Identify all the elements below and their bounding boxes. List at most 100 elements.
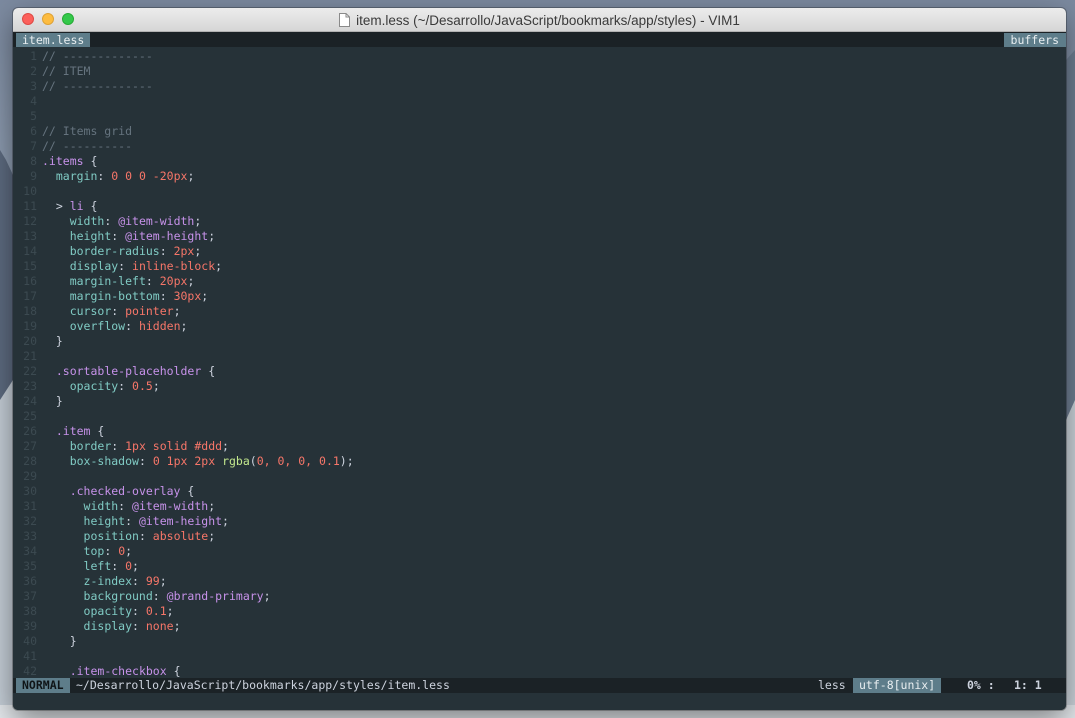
- file-encoding: utf-8[unix]: [853, 678, 942, 693]
- code-line[interactable]: 14 border-radius: 2px;: [13, 244, 1066, 259]
- line-number: 26: [23, 424, 37, 438]
- code-line[interactable]: 8 .items {: [13, 154, 1066, 169]
- line-code: overflow: hidden;: [42, 319, 188, 333]
- buffers-label[interactable]: buffers: [1003, 33, 1066, 47]
- code-line[interactable]: 9 margin: 0 0 0 -20px;: [13, 169, 1066, 184]
- line-number: 6: [30, 124, 37, 138]
- line-number: 23: [23, 379, 37, 393]
- code-line[interactable]: 11 > li {: [13, 199, 1066, 214]
- code-line[interactable]: 2 // ITEM: [13, 64, 1066, 79]
- code-token: }: [42, 334, 63, 348]
- tab-item-less[interactable]: item.less: [16, 33, 91, 47]
- editor-buffer[interactable]: 1 // ------------- 2 // ITEM 3 // -----------…: [13, 48, 1066, 678]
- code-line[interactable]: 15 display: inline-block;: [13, 259, 1066, 274]
- code-line[interactable]: 17 margin-bottom: 30px;: [13, 289, 1066, 304]
- code-token: {: [166, 664, 181, 678]
- code-token: left: [83, 559, 112, 573]
- vim-window: item.less (~/Desarrollo/JavaScript/bookm…: [13, 8, 1066, 710]
- code-line[interactable]: 6 // Items grid: [13, 124, 1066, 139]
- code-line[interactable]: 19 overflow: hidden;: [13, 319, 1066, 334]
- code-line[interactable]: 1 // -------------: [13, 49, 1066, 64]
- code-line[interactable]: 29: [13, 469, 1066, 484]
- code-token: :: [125, 514, 139, 528]
- code-token: position: [83, 529, 139, 543]
- code-line[interactable]: 34 top: 0;: [13, 544, 1066, 559]
- code-token: ;: [222, 439, 229, 453]
- line-number: 36: [23, 574, 37, 588]
- code-line[interactable]: 3 // -------------: [13, 79, 1066, 94]
- code-line[interactable]: 13 height: @item-height;: [13, 229, 1066, 244]
- code-line[interactable]: 38 opacity: 0.1;: [13, 604, 1066, 619]
- code-line[interactable]: 41: [13, 649, 1066, 664]
- code-line[interactable]: 39 display: none;: [13, 619, 1066, 634]
- code-token: // Items grid: [42, 124, 133, 138]
- line-code: width: @item-width;: [42, 214, 202, 228]
- code-token: {: [83, 154, 98, 168]
- code-token: {: [90, 424, 105, 438]
- code-line[interactable]: 21: [13, 349, 1066, 364]
- line-number: 37: [23, 589, 37, 603]
- command-line[interactable]: [13, 693, 1066, 710]
- line-number: 18: [23, 304, 37, 318]
- code-line[interactable]: 5: [13, 109, 1066, 124]
- code-line[interactable]: 10: [13, 184, 1066, 199]
- code-line[interactable]: 25: [13, 409, 1066, 424]
- title-bar[interactable]: item.less (~/Desarrollo/JavaScript/bookm…: [13, 8, 1066, 32]
- code-line[interactable]: 35 left: 0;: [13, 559, 1066, 574]
- line-code: opacity: 0.5;: [42, 379, 160, 393]
- code-token: rgba: [222, 454, 250, 468]
- code-line[interactable]: 36 z-index: 99;: [13, 574, 1066, 589]
- code-line[interactable]: 18 cursor: pointer;: [13, 304, 1066, 319]
- code-line[interactable]: 33 position: absolute;: [13, 529, 1066, 544]
- code-token: ;: [187, 274, 195, 288]
- code-token: .item: [55, 424, 91, 438]
- code-line[interactable]: 27 border: 1px solid #ddd;: [13, 439, 1066, 454]
- line-code: .checked-overlay {: [42, 484, 195, 498]
- code-token: :: [118, 379, 133, 393]
- code-line[interactable]: 30 .checked-overlay {: [13, 484, 1066, 499]
- line-code: }: [42, 634, 77, 648]
- code-line[interactable]: 24 }: [13, 394, 1066, 409]
- line-code: display: inline-block;: [42, 259, 222, 273]
- code-token: ;: [173, 304, 181, 318]
- code-line[interactable]: 32 height: @item-height;: [13, 514, 1066, 529]
- code-token: );: [339, 454, 354, 468]
- code-token: ;: [180, 319, 188, 333]
- code-token: // ----------: [42, 139, 133, 153]
- line-number: 39: [23, 619, 37, 633]
- code-line[interactable]: 12 width: @item-width;: [13, 214, 1066, 229]
- code-line[interactable]: 7 // ----------: [13, 139, 1066, 154]
- code-line[interactable]: 23 opacity: 0.5;: [13, 379, 1066, 394]
- code-token: height: [83, 514, 126, 528]
- code-line[interactable]: 4: [13, 94, 1066, 109]
- statusline: NORMAL ~/Desarrollo/JavaScript/bookmarks…: [13, 678, 1066, 693]
- code-line[interactable]: 16 margin-left: 20px;: [13, 274, 1066, 289]
- line-code: background: @brand-primary;: [42, 589, 271, 603]
- code-line[interactable]: 40 }: [13, 634, 1066, 649]
- line-number: 33: [23, 529, 37, 543]
- code-line[interactable]: 20 }: [13, 334, 1066, 349]
- code-token: :: [138, 529, 153, 543]
- code-token: cursor: [69, 304, 112, 318]
- code-token: border-radius: [69, 244, 160, 258]
- line-code: top: 0;: [42, 544, 133, 558]
- code-token: 0.5: [132, 379, 153, 393]
- code-line[interactable]: 22 .sortable-placeholder {: [13, 364, 1066, 379]
- code-line[interactable]: 26 .item {: [13, 424, 1066, 439]
- code-line[interactable]: 37 background: @brand-primary;: [13, 589, 1066, 604]
- line-number: 10: [23, 184, 37, 198]
- code-token: ;: [173, 619, 181, 633]
- code-line[interactable]: 31 width: @item-width;: [13, 499, 1066, 514]
- code-token: :: [132, 574, 146, 588]
- line-number: 15: [23, 259, 37, 273]
- code-line[interactable]: 42 .item-checkbox {: [13, 664, 1066, 678]
- code-line[interactable]: 28 box-shadow: 0 1px 2px rgba(0, 0, 0, 0…: [13, 454, 1066, 469]
- line-number: 8: [30, 154, 37, 168]
- code-token: ;: [208, 499, 216, 513]
